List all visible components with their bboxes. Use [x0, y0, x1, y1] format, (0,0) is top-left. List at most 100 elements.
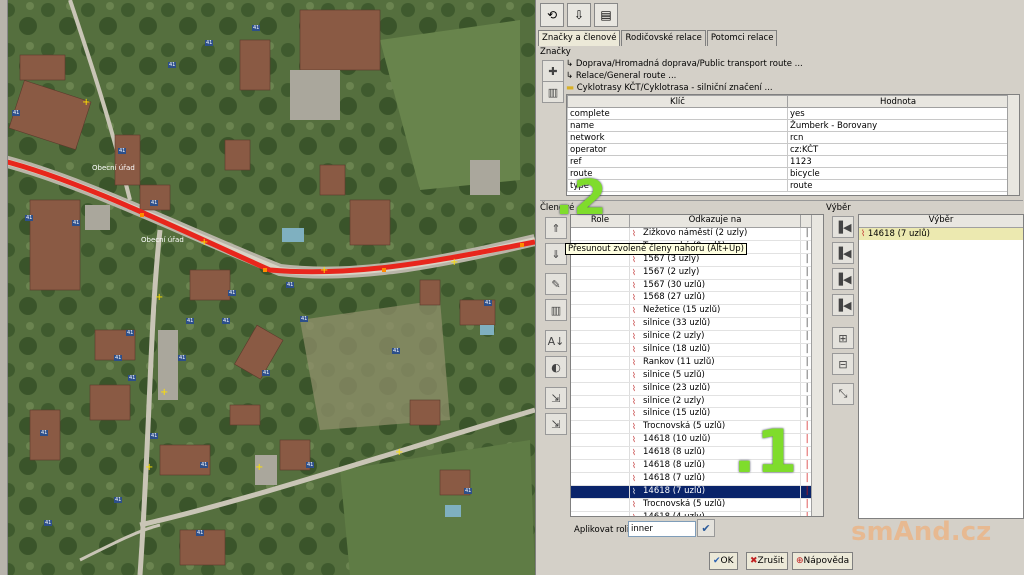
house-number-label: 41	[222, 318, 231, 324]
member-role[interactable]	[571, 511, 630, 516]
member-role[interactable]	[571, 498, 630, 511]
member-row[interactable]: ⌇ Trocnovská (5 uzlů) │	[571, 498, 823, 512]
member-row[interactable]: ⌇ 1568 (27 uzlů) │	[571, 292, 823, 306]
member-row[interactable]: ⌇14618 (4 uzly)│	[571, 511, 823, 516]
member-role[interactable]	[571, 485, 630, 498]
member-row[interactable]: ⌇ silnice (5 uzlů) │	[571, 369, 823, 383]
remove-member-icon[interactable]: ▥	[545, 299, 567, 321]
member-role[interactable]	[571, 279, 630, 292]
member-row[interactable]: ⌇ 1567 (2 uzly) │	[571, 266, 823, 280]
remove-from-selection-icon[interactable]: ⤡	[832, 383, 854, 405]
tag-row[interactable]: name Žumberk - Borovany	[567, 119, 1009, 132]
value-column-header[interactable]: Hodnota	[787, 95, 1009, 108]
tag-row[interactable]: complete yes	[567, 107, 1009, 120]
tab-child-relations[interactable]: Potomci relace	[706, 30, 778, 46]
tag-value[interactable]: bicycle	[787, 167, 1009, 180]
tag-key[interactable]: ref	[567, 155, 788, 168]
parent-preset[interactable]: ▬ Cyklotrasy KČT/Cyklotrasa - silniční z…	[566, 83, 773, 93]
add-selected-before-icon[interactable]: ▐◀	[832, 242, 854, 264]
tag-value[interactable]: rcn	[787, 131, 1009, 144]
member-row[interactable]: ⌇ 1567 (30 uzlů) │	[571, 279, 823, 293]
tag-value[interactable]: yes	[787, 107, 1009, 120]
delete-icon[interactable]: ▤	[594, 3, 618, 27]
add-selected-top-icon[interactable]: ▐◀	[832, 216, 854, 238]
add-selected-bottom-icon[interactable]: ▐◀	[832, 294, 854, 316]
member-role[interactable]	[571, 356, 630, 369]
tags-table[interactable]: Klíč Hodnota complete yes name Žumberk - Bo…	[566, 94, 1020, 196]
reverse-order-icon[interactable]: ◐	[545, 356, 567, 378]
tab-parent-relations[interactable]: Rodičovské relace	[621, 30, 706, 46]
parent-preset[interactable]: ↳ Doprava/Hromadná doprava/Public transp…	[566, 59, 803, 69]
member-role[interactable]	[571, 434, 630, 447]
member-role[interactable]	[571, 395, 630, 408]
map-view[interactable]: + + + + + + + + + Obecní úřad Obecní úřad 41 41…	[0, 0, 535, 575]
member-role[interactable]	[571, 266, 630, 279]
tab-tags-members[interactable]: Značky a členové	[538, 30, 621, 46]
role-input[interactable]	[628, 521, 696, 537]
delete-tag-icon[interactable]: ▥	[542, 81, 564, 103]
refresh-relation-icon[interactable]: ⟲	[540, 3, 564, 27]
apply-role-button[interactable]: ✔	[697, 519, 715, 537]
member-role[interactable]	[571, 344, 630, 356]
selection-table[interactable]: Výběr ⌇ 14618 (7 uzlů)	[858, 214, 1024, 519]
add-selected-after-icon[interactable]: ▐◀	[832, 268, 854, 290]
sort-members-icon[interactable]: A↓	[545, 330, 567, 352]
member-role[interactable]	[571, 460, 630, 472]
member-row[interactable]: ⌇ silnice (23 uzlů) │	[571, 382, 823, 396]
tags-scrollbar[interactable]	[1007, 95, 1019, 195]
svg-text:+: +	[155, 292, 163, 303]
splitter[interactable]	[540, 200, 1023, 203]
tag-row[interactable]: route bicycle	[567, 167, 1009, 180]
key-column-header[interactable]: Klíč	[567, 95, 788, 108]
member-row[interactable]: ⌇ silnice (18 uzlů) │	[571, 344, 823, 357]
member-row[interactable]: ⌇ Žižkovo náměstí (2 uzly) │	[571, 228, 823, 241]
member-role[interactable]	[571, 369, 630, 382]
member-role[interactable]	[571, 331, 630, 344]
tag-row[interactable]: operator cz:KČT	[567, 143, 1009, 156]
member-role[interactable]	[571, 228, 630, 240]
tag-value[interactable]: cz:KČT	[787, 143, 1009, 156]
selection-row[interactable]: ⌇ 14618 (7 uzlů)	[859, 228, 1023, 240]
ok-button[interactable]: ✔ OK	[709, 552, 738, 570]
member-role[interactable]	[571, 253, 630, 266]
member-label: 1568 (27 uzlů)	[643, 292, 706, 303]
add-tag-icon[interactable]: ✚	[542, 60, 564, 82]
tag-key[interactable]: network	[567, 131, 788, 144]
tag-key[interactable]: name	[567, 119, 788, 132]
tag-key[interactable]: complete	[567, 107, 788, 120]
member-role[interactable]	[571, 472, 630, 485]
download-members-icon[interactable]: ⇩	[567, 3, 591, 27]
parent-preset[interactable]: ↳ Relace/General route ...	[566, 71, 676, 81]
tag-row[interactable]: network rcn	[567, 131, 1009, 144]
tag-value[interactable]: 1123	[787, 155, 1009, 168]
members-scrollbar[interactable]	[811, 215, 823, 516]
member-row[interactable]: ⌇ Nežetice (15 uzlů) │	[571, 305, 823, 319]
tag-value[interactable]: Žumberk - Borovany	[787, 119, 1009, 132]
edit-member-icon[interactable]: ✎	[545, 273, 567, 295]
member-row[interactable]: ⌇ silnice (33 uzlů) │	[571, 318, 823, 332]
member-role[interactable]	[571, 318, 630, 331]
download-incomplete-icon[interactable]: ⇲	[545, 387, 567, 409]
help-button[interactable]: ⊕ Nápověda	[792, 552, 854, 570]
selection-column-header[interactable]: Výběr	[859, 215, 1023, 228]
tag-row[interactable]: ref 1123	[567, 155, 1009, 168]
member-role[interactable]	[571, 382, 630, 395]
member-role[interactable]	[571, 408, 630, 421]
tag-key[interactable]: operator	[567, 143, 788, 156]
member-row[interactable]: ⌇ 1567 (3 uzly) │	[571, 253, 823, 267]
tag-value[interactable]: route	[787, 179, 1009, 192]
member-role[interactable]	[571, 421, 630, 434]
member-row[interactable]: ⌇ Rankov (11 uzlů) │	[571, 356, 823, 370]
select-members-icon[interactable]: ⊞	[832, 327, 854, 349]
member-row[interactable]: ⌇ silnice (2 uzly) │	[571, 331, 823, 345]
member-role[interactable]	[571, 292, 630, 305]
remove-selected-icon[interactable]: ⊟	[832, 353, 854, 375]
cancel-button[interactable]: ✖ Zrušit	[746, 552, 788, 570]
member-role[interactable]	[571, 305, 630, 318]
move-down-button[interactable]: ⇓	[545, 243, 567, 265]
tag-row[interactable]: type route	[567, 179, 1009, 192]
select-incomplete-icon[interactable]: ⇲	[545, 413, 567, 435]
member-row[interactable]: ⌇ silnice (2 uzly) │	[571, 395, 823, 409]
member-role[interactable]	[571, 447, 630, 460]
ref-column-header[interactable]: Odkazuje na	[630, 215, 801, 227]
